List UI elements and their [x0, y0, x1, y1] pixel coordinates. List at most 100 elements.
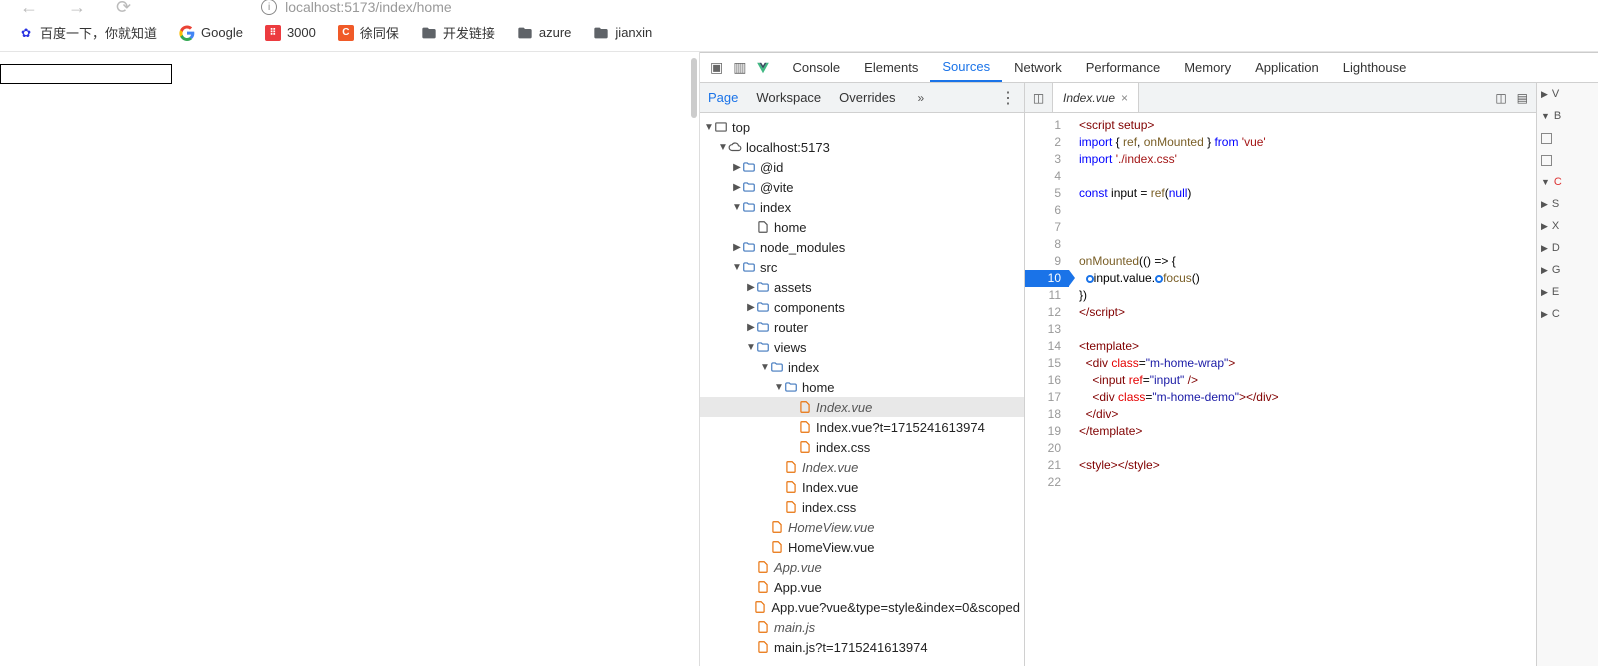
tree-item[interactable]: Index.vue — [700, 477, 1024, 497]
toggle-sidebar-icon[interactable]: ◫ — [1495, 91, 1506, 105]
tree-item[interactable]: ▶assets — [700, 277, 1024, 297]
devtools-tab-console[interactable]: Console — [780, 53, 852, 82]
tree-item[interactable]: main.js?t=1715241613974 — [700, 637, 1024, 657]
line-number[interactable]: 8 — [1025, 236, 1061, 253]
device-icon[interactable]: ▥ — [733, 59, 746, 76]
tree-item[interactable]: index.css — [700, 497, 1024, 517]
bookmark-item[interactable]: ⠿3000 — [265, 25, 316, 41]
tree-item[interactable]: HomeView.vue — [700, 537, 1024, 557]
tree-item[interactable]: App.vue?vue&type=style&index=0&scoped — [700, 597, 1024, 617]
expand-icon[interactable]: ▶ — [746, 322, 756, 333]
expand-icon[interactable]: ▶ — [732, 162, 742, 173]
code-line[interactable]: }) — [1079, 287, 1536, 304]
editor-tab[interactable]: Index.vue × — [1053, 83, 1139, 112]
line-number[interactable]: 9 — [1025, 253, 1061, 270]
tree-item[interactable]: ▼top — [700, 117, 1024, 137]
code-line[interactable] — [1079, 219, 1536, 236]
reload-icon[interactable]: ⟳ — [116, 0, 131, 18]
code-line[interactable]: </script> — [1079, 304, 1536, 321]
tree-item[interactable]: ▼views — [700, 337, 1024, 357]
bookmark-item[interactable]: Google — [179, 25, 243, 41]
tree-item[interactable]: HomeView.vue — [700, 517, 1024, 537]
expand-icon[interactable]: ▼ — [718, 142, 728, 153]
tree-item[interactable]: ▼src — [700, 257, 1024, 277]
tree-item[interactable]: ▼home — [700, 377, 1024, 397]
code-line[interactable] — [1079, 474, 1536, 491]
line-number[interactable]: 21 — [1025, 457, 1061, 474]
devtools-tab-memory[interactable]: Memory — [1172, 53, 1243, 82]
code-line[interactable]: <template> — [1079, 338, 1536, 355]
tree-item[interactable]: ▼index — [700, 357, 1024, 377]
tree-item[interactable]: ▶router — [700, 317, 1024, 337]
tree-item[interactable]: ▼localhost:5173 — [700, 137, 1024, 157]
bookmark-item[interactable]: ✿百度一下，你就知道 — [18, 23, 157, 42]
line-number[interactable]: 10 — [1025, 270, 1069, 287]
tree-item[interactable]: home — [700, 217, 1024, 237]
bookmark-item[interactable]: azure — [517, 25, 572, 41]
kebab-menu-icon[interactable]: ⋮ — [1000, 88, 1016, 108]
devtools-tab-lighthouse[interactable]: Lighthouse — [1331, 53, 1419, 82]
vue-devtools-icon[interactable] — [756, 61, 770, 75]
devtools-tab-sources[interactable]: Sources — [930, 53, 1002, 82]
bookmark-item[interactable]: C徐同保 — [338, 23, 399, 42]
code-line[interactable]: onMounted(() => { — [1079, 253, 1536, 270]
tree-item[interactable]: Index.vue?t=1715241613974 — [700, 417, 1024, 437]
line-number[interactable]: 14 — [1025, 338, 1061, 355]
line-number[interactable]: 4 — [1025, 168, 1061, 185]
line-number[interactable]: 11 — [1025, 287, 1061, 304]
line-number[interactable]: 22 — [1025, 474, 1061, 491]
line-number[interactable]: 12 — [1025, 304, 1061, 321]
page-input[interactable] — [0, 64, 172, 84]
tree-item[interactable]: ▶components — [700, 297, 1024, 317]
line-number[interactable]: 6 — [1025, 202, 1061, 219]
address-bar[interactable]: i localhost:5173/index/home — [261, 0, 452, 15]
back-icon[interactable]: ← — [20, 0, 38, 18]
tree-item[interactable]: App.vue — [700, 577, 1024, 597]
expand-icon[interactable]: ▼ — [732, 202, 742, 213]
code-line[interactable]: <div class="m-home-demo"></div> — [1079, 389, 1536, 406]
expand-icon[interactable]: ▶ — [746, 282, 756, 293]
expand-icon[interactable]: ▶ — [732, 182, 742, 193]
devtools-tab-elements[interactable]: Elements — [852, 53, 930, 82]
expand-icon[interactable]: ▼ — [732, 262, 742, 273]
line-number[interactable]: 7 — [1025, 219, 1061, 236]
code-line[interactable]: </template> — [1079, 423, 1536, 440]
code-line[interactable]: <script setup> — [1079, 117, 1536, 134]
columns-icon[interactable]: ▤ — [1517, 91, 1528, 105]
tree-item[interactable]: ▶node_modules — [700, 237, 1024, 257]
tree-item[interactable]: Index.vue — [700, 457, 1024, 477]
devtools-tab-network[interactable]: Network — [1002, 53, 1074, 82]
line-number[interactable]: 5 — [1025, 185, 1061, 202]
forward-icon[interactable]: → — [68, 0, 86, 18]
tree-item[interactable]: Index.vue — [700, 397, 1024, 417]
line-number[interactable]: 16 — [1025, 372, 1061, 389]
line-number[interactable]: 17 — [1025, 389, 1061, 406]
expand-icon[interactable]: ▶ — [732, 242, 742, 253]
line-number[interactable]: 18 — [1025, 406, 1061, 423]
file-tree[interactable]: ▼top▼localhost:5173▶@id▶@vite▼indexhome▶… — [700, 113, 1024, 666]
line-number[interactable]: 1 — [1025, 117, 1061, 134]
line-number[interactable]: 20 — [1025, 440, 1061, 457]
expand-icon[interactable]: ▶ — [746, 302, 756, 313]
expand-icon[interactable]: ▼ — [746, 342, 756, 353]
bookmark-item[interactable]: jianxin — [593, 25, 652, 41]
line-number[interactable]: 19 — [1025, 423, 1061, 440]
line-number[interactable]: 2 — [1025, 134, 1061, 151]
sources-subtab-page[interactable]: Page — [708, 90, 738, 105]
sources-subtab-workspace[interactable]: Workspace — [756, 90, 821, 105]
toggle-navigator-icon[interactable]: ◫ — [1025, 83, 1053, 112]
sources-subtab-overrides[interactable]: Overrides — [839, 90, 895, 105]
inspect-icon[interactable]: ▣ — [710, 59, 723, 76]
code-line[interactable]: import './index.css' — [1079, 151, 1536, 168]
bookmark-item[interactable]: 开发链接 — [421, 23, 495, 42]
line-number[interactable]: 13 — [1025, 321, 1061, 338]
code-line[interactable]: <div class="m-home-wrap"> — [1079, 355, 1536, 372]
devtools-tab-application[interactable]: Application — [1243, 53, 1331, 82]
code-line[interactable]: </div> — [1079, 406, 1536, 423]
code-line[interactable] — [1079, 202, 1536, 219]
line-number[interactable]: 15 — [1025, 355, 1061, 372]
code-line[interactable]: input.value.focus() — [1079, 270, 1536, 287]
expand-icon[interactable]: ▼ — [760, 362, 770, 373]
code-line[interactable]: const input = ref(null) — [1079, 185, 1536, 202]
tree-item[interactable]: App.vue — [700, 557, 1024, 577]
